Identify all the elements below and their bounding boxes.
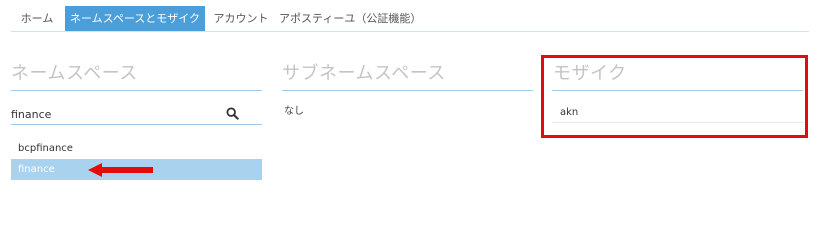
subnamespace-title: サブネームスペース — [282, 63, 446, 84]
subnamespace-title-divider — [282, 90, 533, 91]
tab-namespace-mosaic[interactable]: ネームスペースとモザイク — [65, 6, 205, 31]
tab-apostille[interactable]: アポスティーユ（公証機能） — [279, 6, 421, 31]
tab-account[interactable]: アカウント — [207, 6, 275, 31]
namespace-item-bcpfinance[interactable]: bcpfinance — [11, 138, 262, 159]
namespace-title: ネームスペース — [11, 63, 138, 84]
subnamespace-empty-text: なし — [284, 106, 304, 117]
search-underline — [11, 124, 262, 125]
namespace-search-input[interactable] — [11, 105, 229, 123]
annotation-arrow-icon — [88, 163, 153, 177]
tab-bar: ホーム ネームスペースとモザイク アカウント アポスティーユ（公証機能） — [11, 6, 809, 32]
tab-home[interactable]: ホーム — [11, 6, 63, 31]
mosaic-highlight-box — [541, 55, 808, 138]
namespace-title-divider — [11, 90, 262, 91]
search-icon[interactable] — [226, 107, 239, 120]
